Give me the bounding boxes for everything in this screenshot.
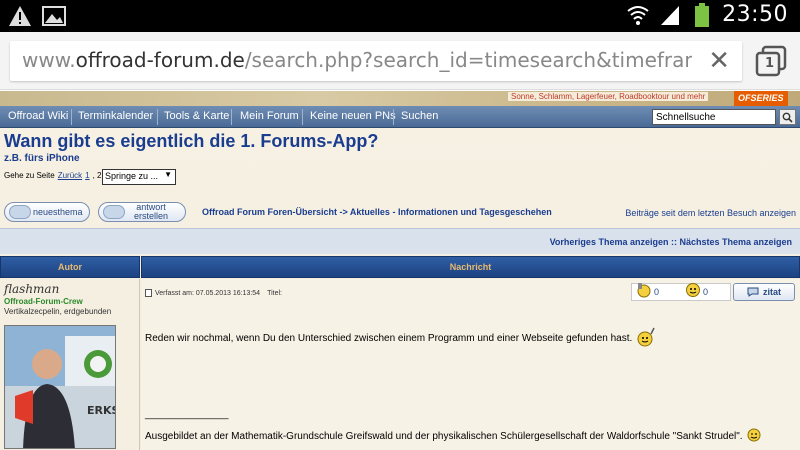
jump-select-value: Springe zu ... — [105, 171, 159, 181]
nav-item-my-forum[interactable]: Mein Forum — [240, 110, 299, 122]
url-field[interactable]: www.offroad-forum.de/search.php?search_i… — [10, 41, 742, 81]
banner-logo[interactable]: OFSERIES — [734, 91, 788, 106]
page-1-link[interactable]: 1 — [85, 171, 89, 180]
column-header-author: Autor — [0, 256, 140, 278]
url-path: /search.php?search_id=timesearch&timefra… — [244, 48, 692, 72]
page-back-link[interactable]: Zurück — [58, 171, 82, 180]
avatar: ERKST — [4, 325, 116, 449]
topic-title[interactable]: Wann gibt es eigentlich die 1. Forums-Ap… — [4, 131, 378, 152]
topic-navigation-bar: Vorheriges Thema anzeigen :: Nächstes Th… — [0, 228, 800, 254]
post-meta: Verfasst am: 07.05.2013 16:13:54 Titel: — [145, 289, 282, 297]
nav-divider — [231, 109, 232, 125]
new-topic-label: neuesthema — [33, 207, 83, 217]
nav-divider — [157, 109, 158, 125]
pages-prefix: Gehe zu Seite — [4, 171, 55, 180]
forum-navbar: Offroad Wiki Terminkalender Tools & Kart… — [0, 106, 800, 128]
quote-label: zitat — [763, 287, 781, 297]
banner-slogan[interactable]: Sonne, Schlamm, Lagerfeuer, Roadbooktour… — [508, 92, 709, 101]
nav-item-wiki[interactable]: Offroad Wiki — [8, 110, 68, 122]
prev-next-topic-links[interactable]: Vorheriges Thema anzeigen :: Nächstes Th… — [550, 237, 792, 247]
signature: Ausgebildet an der Mathematik-Grundschul… — [145, 428, 761, 445]
nav-divider — [302, 109, 303, 125]
chevron-down-icon: ▼ — [164, 170, 172, 179]
jump-to-select[interactable]: Springe zu ... ▼ — [102, 169, 176, 185]
author-name[interactable]: flashman — [4, 282, 59, 296]
url-domain: offroad-forum.de — [75, 48, 245, 72]
wifi-icon — [626, 3, 650, 27]
thanks-icon[interactable] — [636, 282, 652, 302]
post-title-label: Titel: — [267, 289, 282, 297]
nav-item-calendar[interactable]: Terminkalender — [78, 110, 153, 122]
tab-count: 1 — [765, 56, 775, 71]
signal-icon — [658, 3, 682, 27]
status-bar: 23:50 — [0, 0, 800, 32]
battery-icon — [690, 2, 714, 27]
new-topic-icon — [9, 205, 31, 219]
search-icon[interactable] — [779, 109, 796, 125]
author-rank: Offroad-Forum-Crew — [4, 297, 83, 306]
breadcrumb[interactable]: Offroad Forum Foren-Übersicht -> Aktuell… — [202, 207, 552, 217]
nav-divider — [71, 109, 72, 125]
tabs-button[interactable]: 1 — [754, 45, 788, 77]
topic-subtitle: z.B. fürs iPhone — [4, 153, 80, 164]
column-header-message: Nachricht — [141, 256, 800, 278]
warning-icon — [8, 4, 32, 28]
svg-text:ERKST: ERKST — [87, 404, 116, 417]
smiley-icon — [636, 326, 656, 351]
reply-button[interactable]: antwort erstellen — [98, 202, 186, 222]
url-prefix: www. — [22, 48, 76, 72]
signature-text: Ausgebildet an der Mathematik-Grundschul… — [145, 431, 743, 442]
smile-icon[interactable] — [685, 282, 701, 302]
since-last-visit-link[interactable]: Beiträge seit dem letzten Besuch anzeige… — [625, 208, 796, 218]
nav-divider — [393, 109, 394, 125]
author-title: Vertikalzecpelin, erdgebunden — [4, 307, 112, 316]
forum-banner: Sonne, Schlamm, Lagerfeuer, Roadbooktour… — [0, 91, 800, 106]
clock: 23:50 — [722, 2, 788, 27]
reply-icon — [103, 205, 125, 219]
topic-page: Wann gibt es eigentlich die 1. Forums-Ap… — [0, 128, 800, 450]
signature-divider: _______________ — [145, 409, 229, 420]
quote-icon — [747, 287, 759, 297]
post-author-cell: flashman Offroad-Forum-Crew Vertikalzecp… — [0, 279, 140, 450]
smile-count: 0 — [703, 287, 709, 297]
reply-label: antwort erstellen — [133, 202, 169, 221]
post-text: Reden wir nochmal, wenn Du den Unterschi… — [145, 333, 633, 344]
pagination: Gehe zu Seite Zurück 1 , 2 => — [4, 171, 113, 180]
wink-icon — [747, 428, 761, 445]
browser-toolbar: www.offroad-forum.de/search.php?search_i… — [0, 32, 800, 123]
thanks-count: 0 — [654, 287, 660, 297]
quick-search-input[interactable] — [652, 109, 776, 125]
post-icon — [145, 289, 152, 297]
new-topic-button[interactable]: neuesthema — [4, 202, 90, 222]
nav-item-tools[interactable]: Tools & Karte — [164, 110, 229, 122]
post-rating: 0 0 — [631, 283, 731, 301]
quote-button[interactable]: zitat — [733, 283, 795, 301]
post-date: Verfasst am: 07.05.2013 16:13:54 — [155, 289, 261, 297]
post-message-cell: Verfasst am: 07.05.2013 16:13:54 Titel: … — [141, 279, 800, 450]
image-icon — [42, 4, 66, 28]
nav-item-search[interactable]: Suchen — [401, 110, 438, 122]
post-body: Reden wir nochmal, wenn Du den Unterschi… — [145, 326, 656, 351]
close-icon[interactable]: ✕ — [708, 47, 730, 75]
nav-item-pms[interactable]: Keine neuen PNs — [310, 110, 396, 122]
